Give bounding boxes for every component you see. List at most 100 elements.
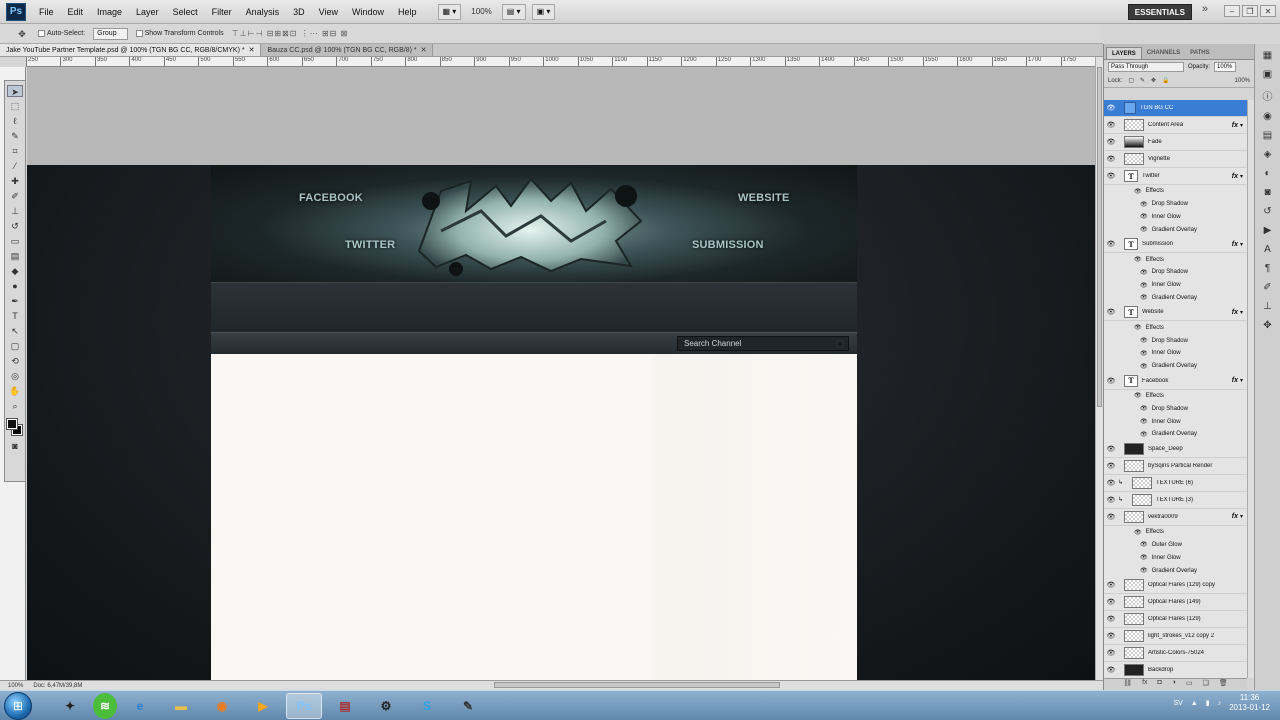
layer-row[interactable]: 👁 bySqins Partical Render [1104, 458, 1247, 475]
visibility-eye-icon[interactable]: 👁 [1104, 104, 1118, 112]
effect-row[interactable]: 👁 Drop Shadow [1104, 334, 1247, 347]
effect-visibility-icon[interactable]: 👁 [1140, 418, 1148, 425]
info-icon[interactable]: ⓘ [1263, 88, 1273, 103]
effects-group-row[interactable]: 👁 Effects [1104, 185, 1247, 198]
new-layer-icon[interactable]: ❏ [1203, 679, 1209, 690]
layer-effects-icon[interactable]: fx [1232, 122, 1238, 129]
tab-paths[interactable]: PATHS [1185, 47, 1214, 59]
restore-icon[interactable]: ❐ [1242, 5, 1258, 17]
lock-position-icon[interactable]: ✥ [1151, 77, 1156, 84]
clone-stamp-icon[interactable]: ⊥ [7, 205, 23, 217]
effect-visibility-icon[interactable]: 👁 [1140, 541, 1148, 548]
layer-row[interactable]: 👁 Optical Flares (149) [1104, 594, 1247, 611]
layer-row[interactable]: 👁 Backdrop [1104, 662, 1247, 678]
zoom-tool-icon[interactable]: ⌕ [7, 400, 23, 412]
effect-visibility-icon[interactable]: 👁 [1140, 282, 1148, 289]
menu-help[interactable]: Help [391, 7, 424, 17]
effect-row[interactable]: 👁 Drop Shadow [1104, 266, 1247, 279]
effect-visibility-icon[interactable]: 👁 [1134, 256, 1142, 263]
effect-visibility-icon[interactable]: 👁 [1140, 567, 1148, 574]
lasso-tool-icon[interactable]: ℓ [7, 115, 23, 127]
move-tool-preset-icon[interactable]: ✥ [14, 28, 30, 40]
layer-row[interactable]: 👁 Artistic-Colors-75024 [1104, 645, 1247, 662]
layer-effects-icon[interactable]: fx [1232, 309, 1238, 316]
menu-layer[interactable]: Layer [129, 7, 166, 17]
layer-effects-icon[interactable]: fx [1232, 377, 1238, 384]
foreground-color-swatch[interactable] [6, 418, 18, 430]
effects-group-row[interactable]: 👁 Effects [1104, 390, 1247, 403]
layer-row[interactable]: 👁 Fade [1104, 134, 1247, 151]
start-button-icon[interactable]: ⊞ [4, 691, 32, 720]
photoshop-task-icon[interactable]: Ps [286, 692, 322, 719]
path-select-icon[interactable]: ↖ [7, 325, 23, 337]
vertical-scrollbar[interactable] [1095, 57, 1103, 680]
visibility-eye-icon[interactable]: 👁 [1104, 445, 1118, 453]
visibility-eye-icon[interactable]: 👁 [1104, 377, 1118, 385]
adjustments-icon[interactable]: ◐ [1264, 168, 1270, 179]
tray-arrow-icon[interactable]: ▲ [1191, 700, 1198, 707]
clock[interactable]: 11:36 2013-01-12 [1229, 693, 1270, 713]
pen-tool-icon[interactable]: ✒ [7, 295, 23, 307]
masks-icon[interactable]: ◙ [1264, 187, 1270, 198]
styles-icon[interactable]: ◈ [1264, 149, 1272, 160]
effect-visibility-icon[interactable]: 👁 [1140, 337, 1148, 344]
file-explorer-icon[interactable]: ▬ [163, 693, 199, 719]
spotify-icon[interactable]: ≋ [93, 692, 117, 719]
lock-transparency-icon[interactable]: ▢ [1128, 77, 1134, 84]
zoom-level[interactable]: 100% [467, 7, 495, 16]
screen-mode-toggle[interactable]: ▣ ▾ [531, 3, 556, 20]
move-tool-icon[interactable]: ➤ [7, 85, 23, 97]
effects-group-row[interactable]: 👁 Effects [1104, 321, 1247, 334]
effect-row[interactable]: 👁 Gradient Overlay [1104, 564, 1247, 577]
effect-row[interactable]: 👁 Inner Glow [1104, 551, 1247, 564]
hand-tool-icon[interactable]: ✋ [7, 385, 23, 397]
effect-visibility-icon[interactable]: 👁 [1140, 213, 1148, 220]
menu-view[interactable]: View [312, 7, 345, 17]
effect-visibility-icon[interactable]: 👁 [1140, 431, 1148, 438]
actions-icon[interactable]: ▶ [1264, 225, 1272, 236]
layer-effects-icon[interactable]: fx [1232, 241, 1238, 248]
firefox-icon[interactable]: ◉ [204, 693, 240, 719]
visibility-eye-icon[interactable]: 👁 [1104, 581, 1118, 589]
color-icon[interactable]: ◉ [1263, 111, 1272, 122]
layer-row[interactable]: 👁 ↳ TEXTURE (6) [1104, 475, 1247, 492]
tab-layers[interactable]: LAYERS [1106, 47, 1142, 59]
effect-row[interactable]: 👁 Gradient Overlay [1104, 428, 1247, 441]
layer-row[interactable]: 👁 T Facebook fx ▾ [1104, 373, 1247, 390]
layer-row[interactable]: 👁 vektra0009 fx ▾ [1104, 509, 1247, 526]
layers-list[interactable]: 👁 TGN BG CC 👁 Content Area fx ▾ 👁 Fade 👁 Vignette… [1104, 100, 1247, 678]
eyedropper-tool-icon[interactable]: ⁄ [7, 160, 23, 172]
menu-3d[interactable]: 3D [286, 7, 312, 17]
visibility-eye-icon[interactable]: 👁 [1104, 649, 1118, 657]
show-transform-checkbox[interactable]: Show Transform Controls [135, 30, 224, 37]
effects-group-row[interactable]: 👁 Effects [1104, 526, 1247, 539]
history-brush-icon[interactable]: ↺ [7, 220, 23, 232]
screen-mode-button[interactable]: ▦ ▾ [437, 3, 462, 20]
auto-select-checkbox[interactable]: Auto-Select: [38, 30, 85, 37]
minimize-icon[interactable]: – [1224, 5, 1240, 17]
visibility-eye-icon[interactable]: 👁 [1104, 513, 1118, 521]
banner-link-twitter[interactable]: TWITTER [345, 239, 395, 251]
effect-visibility-icon[interactable]: 👁 [1134, 324, 1142, 331]
document-canvas[interactable]: FACEBOOK WEBSITE TWITTER SUBMISSION Sear… [27, 165, 1095, 680]
internet-explorer-icon[interactable]: e [122, 693, 158, 719]
color-swatches[interactable] [6, 418, 23, 437]
tab-jake-template[interactable]: Jake YouTube Partner Template.psd @ 100%… [0, 44, 262, 56]
healing-brush-icon[interactable]: ✚ [7, 175, 23, 187]
expand-effects-icon[interactable]: ▾ [1240, 377, 1243, 384]
histogram-icon[interactable]: ▦ [1263, 50, 1272, 61]
banner-link-submission[interactable]: SUBMISSION [692, 239, 764, 251]
lock-pixels-icon[interactable]: ✎ [1140, 77, 1145, 84]
lock-all-icon[interactable]: 🔒 [1162, 77, 1169, 84]
menu-image[interactable]: Image [90, 7, 129, 17]
menu-edit[interactable]: Edit [61, 7, 91, 17]
layer-row[interactable]: 👁 Optical Flares (129) copy [1104, 577, 1247, 594]
status-zoom[interactable]: 100% [8, 683, 23, 689]
blur-tool-icon[interactable]: ◆ [7, 265, 23, 277]
menu-select[interactable]: Select [166, 7, 205, 17]
layer-row[interactable]: 👁 Optical Flares (129) [1104, 611, 1247, 628]
tab-channels[interactable]: CHANNELS [1142, 47, 1185, 59]
horizontal-scroll-thumb[interactable] [494, 682, 780, 688]
arrange-documents-button[interactable]: ▤ ▾ [501, 3, 526, 20]
vertical-scroll-thumb[interactable] [1097, 67, 1102, 407]
